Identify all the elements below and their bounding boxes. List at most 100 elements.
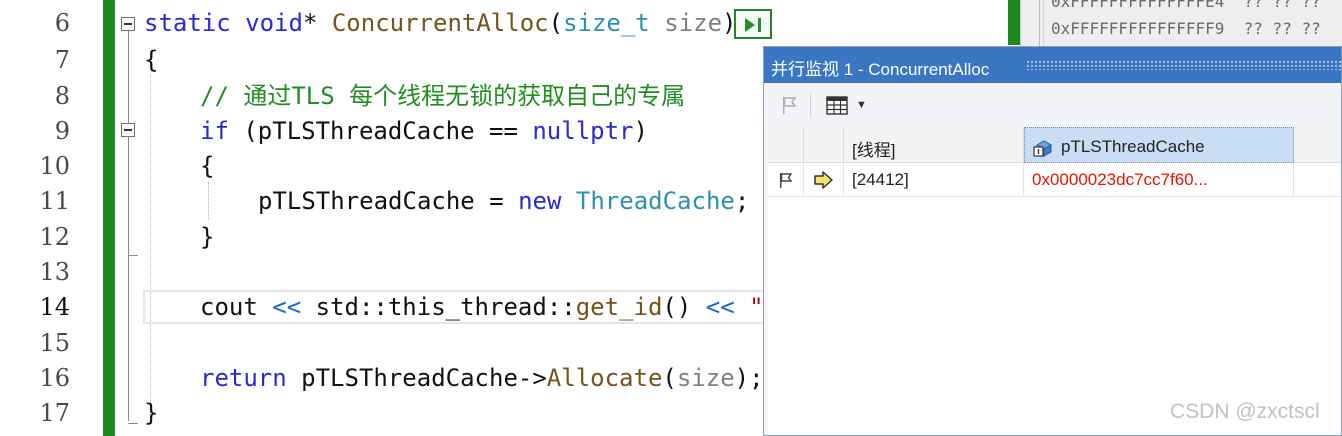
- watch-expression-label: pTLSThreadCache: [1061, 137, 1205, 156]
- line-number: 16: [39, 364, 70, 392]
- watch-expression-header[interactable]: pTLSThreadCache: [1024, 127, 1294, 163]
- line-number: 10: [39, 152, 70, 180]
- parallel-watch-toolbar: ▼: [764, 83, 1341, 127]
- code-token: cout: [200, 293, 258, 321]
- code-token: {: [144, 46, 159, 74]
- parallel-watch-title-bar[interactable]: 并行监视 1 - ConcurrentAlloc: [764, 47, 1341, 83]
- changed-lines-margin-right: [1008, 0, 1020, 45]
- line-number: 12: [39, 223, 70, 251]
- flag-column-header[interactable]: [768, 127, 804, 163]
- code-line-11[interactable]: pTLSThreadCache = new ThreadCache;: [258, 184, 749, 219]
- type-token: size_t: [563, 9, 650, 37]
- current-column-header[interactable]: [804, 127, 844, 163]
- line-number: 11: [39, 187, 70, 215]
- code-token: (: [548, 9, 564, 37]
- parameter-token: size: [664, 9, 723, 37]
- code-line-17[interactable]: }: [144, 396, 158, 431]
- memory-window[interactable]: 0xFFFFFFFFFFFFFFE4 ?? ?? ?? 0xFFFFFFFFFF…: [1020, 0, 1342, 48]
- code-line-6[interactable]: static void* ConcurrentAlloc(size_t size…: [144, 6, 736, 41]
- parallel-watch-window[interactable]: 并行监视 1 - ConcurrentAlloc ▼ [线程] pTLSThre…: [763, 46, 1342, 436]
- keyword-token: void: [245, 9, 303, 37]
- indent-guide: [150, 74, 151, 419]
- code-line-7[interactable]: {: [144, 43, 158, 78]
- title-bar-grip: [1026, 60, 1341, 70]
- code-token: pTLSThreadCache =: [258, 187, 519, 215]
- code-token: this_thread: [387, 293, 547, 321]
- code-line-9[interactable]: if (pTLSThreadCache == nullptr): [200, 114, 648, 149]
- flag-icon[interactable]: [778, 94, 800, 116]
- keyword-token: if: [200, 117, 229, 145]
- function-name-token: get_id: [575, 293, 663, 321]
- function-name-token: Allocate: [546, 364, 663, 392]
- changed-lines-margin: [103, 0, 115, 436]
- thread-column-label: [线程]: [852, 141, 896, 160]
- current-thread-arrow-icon: [814, 171, 833, 189]
- code-line-12[interactable]: }: [200, 220, 214, 255]
- line-number: 9: [54, 117, 70, 145]
- code-token: (pTLSThreadCache ==: [228, 117, 533, 145]
- row-thread-cell[interactable]: [24412]: [844, 163, 1024, 197]
- string-token: ": [749, 293, 764, 321]
- code-line-16[interactable]: return pTLSThreadCache->Allocate(size);: [200, 361, 764, 396]
- memory-row[interactable]: 0xFFFFFFFFFFFFFFF9 ?? ?? ??: [1051, 19, 1321, 38]
- line-number: 15: [39, 329, 70, 357]
- keyword-token: static: [144, 9, 231, 37]
- row-value-cell[interactable]: 0x0000023dc7cc7f60...: [1024, 163, 1294, 197]
- parallel-watch-title: 并行监视 1 - ConcurrentAlloc: [771, 60, 990, 79]
- code-token: ): [633, 117, 648, 145]
- outline-end-marker: [128, 255, 138, 256]
- code-token: *: [302, 9, 332, 37]
- line-number: 13: [39, 258, 70, 286]
- chevron-down-icon[interactable]: ▼: [856, 99, 867, 111]
- row-flag-cell[interactable]: [768, 163, 804, 197]
- memory-bytes: ?? ?? ??: [1243, 19, 1321, 38]
- code-line-10[interactable]: {: [200, 149, 214, 184]
- code-line-14[interactable]: cout << std::this_thread::get_id() << ": [200, 290, 764, 325]
- code-token: );: [734, 364, 764, 392]
- keyword-token: return: [200, 364, 287, 392]
- code-token: (: [662, 364, 677, 392]
- toolbar-separator: [810, 93, 811, 117]
- code-token: ;: [734, 187, 750, 215]
- memory-address: 0xFFFFFFFFFFFFFFF9: [1051, 19, 1225, 38]
- thread-column-header[interactable]: [线程]: [844, 127, 1024, 163]
- comment-token: // 通过TLS 每个线程无锁的获取自己的专属: [200, 82, 686, 110]
- flag-icon[interactable]: [778, 171, 794, 189]
- parallel-watch-grid[interactable]: [线程] pTLSThreadCache [24412] 0x0000023dc…: [768, 127, 1341, 435]
- watch-value: 0x0000023dc7cc7f60...: [1032, 170, 1208, 189]
- keyword-token: new: [518, 187, 562, 215]
- line-number: 17: [39, 399, 70, 427]
- row-current-thread-cell: [804, 163, 844, 197]
- code-token: }: [144, 399, 159, 427]
- run-to-click-button[interactable]: [734, 9, 772, 39]
- columns-icon[interactable]: [824, 93, 850, 117]
- keyword-token: nullptr: [532, 117, 634, 145]
- collapse-function-toggle[interactable]: [121, 17, 135, 31]
- line-number: 6: [54, 9, 70, 37]
- add-watch-header[interactable]: [1294, 127, 1341, 163]
- collapse-if-toggle[interactable]: [121, 123, 135, 137]
- line-number: 8: [54, 82, 70, 110]
- code-token: {: [200, 152, 215, 180]
- code-token: std::: [301, 293, 388, 321]
- indent-guide: [208, 182, 209, 220]
- thread-id: [24412]: [852, 170, 909, 189]
- run-icon: [745, 18, 761, 32]
- line-number-gutter: 6 7 8 9 10 11 12 13 14 15 16 17: [0, 0, 102, 436]
- parameter-token: size: [676, 364, 735, 392]
- memory-bytes: ?? ?? ??: [1243, 0, 1321, 11]
- memory-row[interactable]: 0xFFFFFFFFFFFFFFE4 ?? ?? ??: [1051, 0, 1321, 11]
- operator-token: <<: [272, 293, 302, 321]
- code-line-8[interactable]: // 通过TLS 每个线程无锁的获取自己的专属: [200, 79, 685, 114]
- type-token: ThreadCache: [575, 187, 735, 215]
- function-name-token: ConcurrentAlloc: [331, 9, 549, 37]
- current-line-number: 14: [39, 293, 70, 321]
- code-token: }: [200, 223, 215, 251]
- watermark: CSDN @zxctscl: [1170, 400, 1320, 423]
- operator-token: <<: [705, 293, 735, 321]
- memory-address: 0xFFFFFFFFFFFFFFE4: [1051, 0, 1225, 11]
